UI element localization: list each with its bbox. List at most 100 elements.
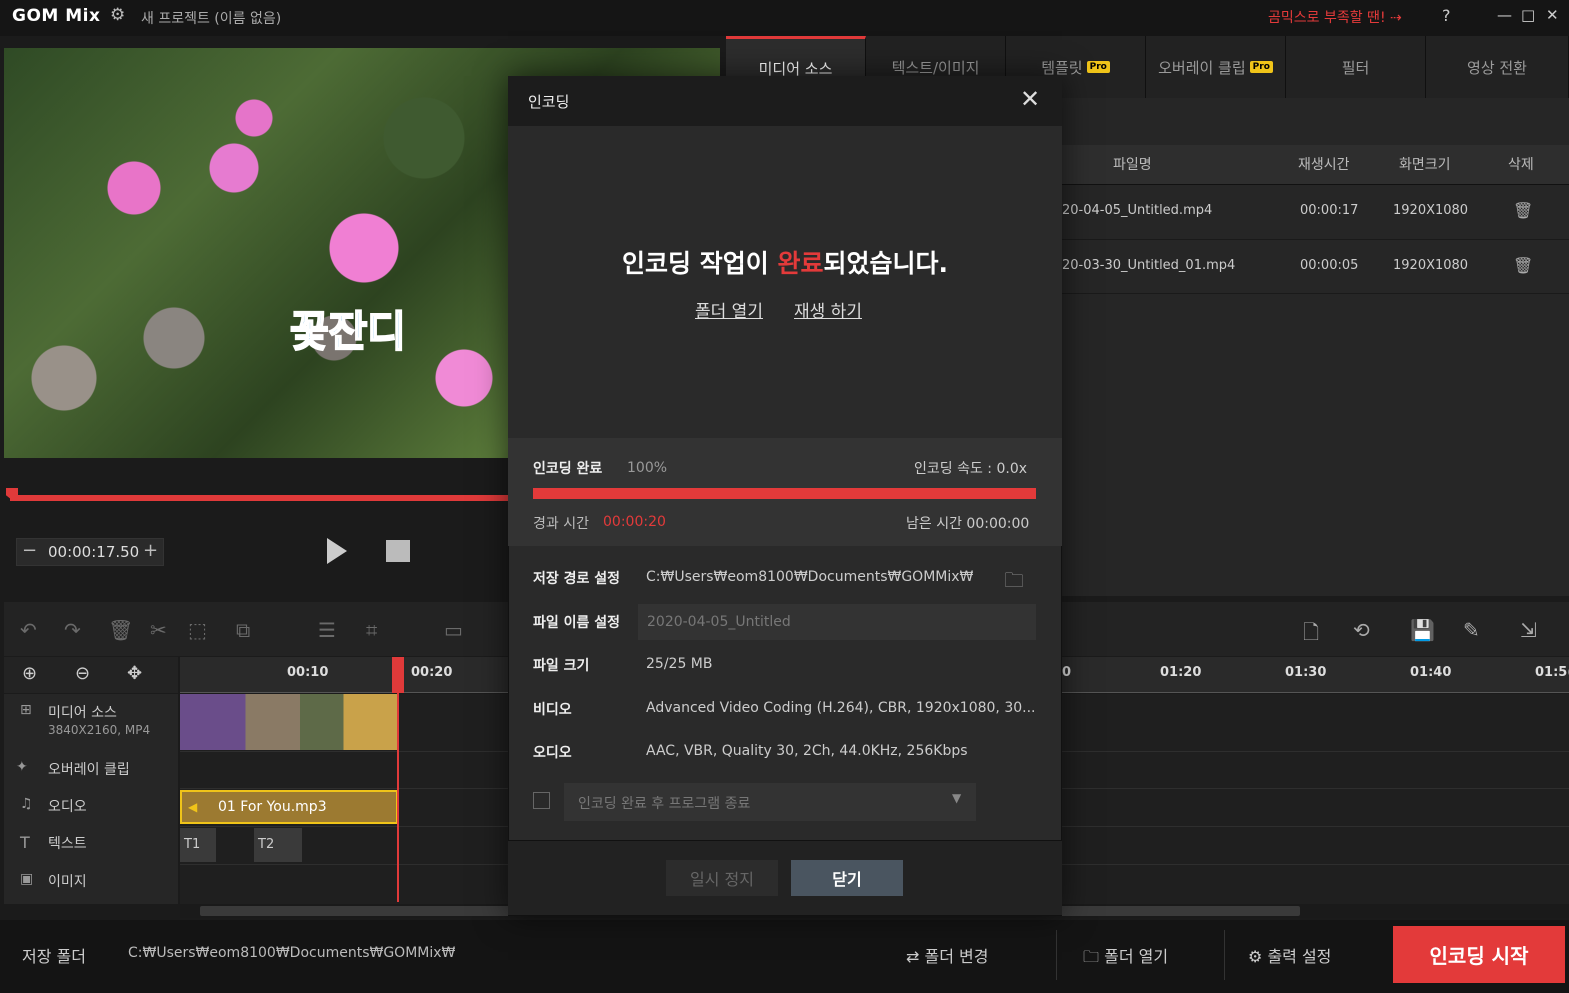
delete-icon[interactable]: 🗑: [108, 618, 133, 642]
ruler-tick: 00:10: [287, 665, 329, 680]
audio-value: AAC, VBR, Quality 30, 2Ch, 44.0KHz, 256K…: [646, 743, 968, 759]
adjust-icon[interactable]: ☰: [318, 618, 336, 642]
stop-icon[interactable]: [386, 540, 410, 562]
encoding-speed: 인코딩 속도 : 0.0x: [914, 461, 1028, 477]
image-icon[interactable]: ▭: [444, 618, 463, 642]
close-window-icon[interactable]: ✕: [1546, 6, 1559, 24]
play-link[interactable]: 재생 하기: [794, 297, 862, 322]
track-label-media: 미디어 소스: [48, 705, 117, 721]
text-clip[interactable]: T1: [180, 828, 216, 862]
col-filename[interactable]: 파일명: [1113, 154, 1152, 174]
remaining-time: 남은 시간 00:00:00: [906, 516, 1030, 532]
tab-overlay-clip[interactable]: 오버레이 클립 Pro: [1146, 36, 1286, 98]
save-path-label: 저장 경로 설정: [533, 571, 621, 587]
cut-icon[interactable]: ✂: [150, 618, 167, 642]
filename-input[interactable]: [638, 604, 1036, 640]
folder-swap-icon: ⇄: [906, 947, 920, 966]
folder-icon: 🗀: [1083, 947, 1100, 966]
music-note-icon: ♫: [20, 796, 33, 812]
col-resolution[interactable]: 화면크기: [1399, 154, 1451, 174]
help-icon[interactable]: ?: [1442, 6, 1451, 25]
filesize-value: 25/25 MB: [646, 656, 713, 672]
filename-label: 파일 이름 설정: [533, 615, 621, 631]
row-filename: 20-04-05_Untitled.mp4: [1062, 203, 1213, 218]
maximize-icon[interactable]: □: [1521, 6, 1535, 24]
time-plus-button[interactable]: +: [143, 540, 158, 561]
zoom-out-icon[interactable]: ⊖: [75, 663, 90, 684]
message-area: [508, 126, 1062, 438]
track-label-audio: 오디오: [48, 799, 87, 815]
col-delete: 삭제: [1508, 157, 1534, 173]
output-settings-button[interactable]: ⚙ 출력 설정: [1248, 943, 1331, 967]
redo-icon[interactable]: ↷: [64, 618, 81, 642]
open-folder-button[interactable]: 🗀 폴더 열기: [1083, 943, 1168, 973]
ruler-tick: 01:40: [1410, 665, 1452, 680]
track-media-info: 3840X2160, MP4: [48, 723, 151, 737]
ruler-tick: 01:20: [1160, 665, 1202, 680]
divider: [1224, 930, 1225, 980]
film-icon: ⊞: [20, 702, 32, 718]
row-resolution: 1920X1080: [1393, 203, 1469, 218]
undo-icon[interactable]: ↶: [20, 618, 37, 642]
track-label-overlay: 오버레이 클립: [48, 762, 130, 778]
save-folder-label: 저장 폴더: [22, 947, 86, 966]
col-duration[interactable]: 재생시간: [1298, 154, 1350, 174]
select-icon[interactable]: ⬚: [188, 618, 207, 642]
tab-transition[interactable]: 영상 전환: [1426, 36, 1569, 98]
save-path-value: C:₩Users₩eom8100₩Documents₩GOMMix₩: [646, 569, 974, 585]
crop-icon[interactable]: ⌗: [366, 618, 377, 642]
open-folder-link[interactable]: 폴더 열기: [695, 297, 763, 322]
tab-filter[interactable]: 필터: [1286, 36, 1426, 98]
row-duration: 00:00:05: [1300, 258, 1359, 273]
media-clip-thumbnails[interactable]: [180, 694, 398, 750]
text-clip[interactable]: T2: [254, 828, 302, 862]
after-encode-checkbox[interactable]: [533, 792, 550, 809]
elapsed-value: 00:00:20: [603, 514, 666, 530]
progress-fill: [533, 488, 1036, 499]
play-icon[interactable]: [327, 538, 347, 564]
time-minus-button[interactable]: −: [22, 540, 37, 561]
project-title: 새 프로젝트 (이름 없음): [141, 11, 282, 27]
ruler-tick: 01:5(: [1535, 665, 1569, 680]
new-project-icon[interactable]: 🗋: [1303, 618, 1319, 652]
ruler-tick: 00:20: [411, 665, 453, 680]
chevron-down-icon: ▼: [952, 791, 962, 805]
fit-icon[interactable]: ✥: [127, 663, 142, 684]
filesize-label: 파일 크기: [533, 658, 590, 674]
text-icon: T: [20, 833, 30, 852]
save-as-icon[interactable]: ✎: [1463, 618, 1480, 642]
pause-button[interactable]: 일시 정지: [666, 860, 778, 896]
trash-icon[interactable]: 🗑: [1513, 201, 1533, 220]
playhead[interactable]: [397, 657, 399, 902]
video-label: 비디오: [533, 702, 572, 718]
settings-gear-icon[interactable]: ⚙: [110, 5, 125, 25]
app-logo: GOM Mix: [12, 6, 101, 26]
dialog-header: [508, 76, 1062, 126]
save-icon[interactable]: 💾: [1410, 618, 1435, 642]
dialog-footer: [508, 840, 1062, 915]
promo-link[interactable]: 곰믹스로 부족할 땐! ⇢: [1268, 7, 1402, 27]
row-filename: 20-03-30_Untitled_01.mp4: [1062, 258, 1236, 273]
browse-folder-icon[interactable]: 🗀: [1004, 566, 1024, 600]
divider: [1056, 930, 1057, 980]
dialog-title: 인코딩: [528, 93, 570, 111]
open-project-icon[interactable]: ⟲: [1353, 618, 1370, 642]
after-encode-select[interactable]: 인코딩 완료 후 프로그램 종료: [564, 783, 976, 821]
close-button[interactable]: 닫기: [791, 860, 903, 896]
ruler-tick: 01:30: [1285, 665, 1327, 680]
completion-message: 인코딩 작업이 완료되었습니다.: [622, 249, 948, 278]
row-resolution: 1920X1080: [1393, 258, 1469, 273]
split-icon[interactable]: ⧉: [236, 618, 250, 642]
seek-bar[interactable]: [10, 495, 508, 501]
trash-icon[interactable]: 🗑: [1513, 256, 1533, 275]
audio-label: 오디오: [533, 745, 572, 761]
progress-percent: 100%: [627, 460, 668, 476]
time-value[interactable]: 00:00:17.50: [48, 543, 139, 561]
change-folder-button[interactable]: ⇄ 폴더 변경: [906, 943, 988, 967]
export-icon[interactable]: ⇲: [1520, 618, 1537, 642]
zoom-in-icon[interactable]: ⊕: [22, 663, 37, 684]
minimize-icon[interactable]: —: [1497, 6, 1512, 24]
encode-start-button[interactable]: 인코딩 시작: [1393, 926, 1565, 983]
preview-caption: 꽃잔디: [289, 306, 407, 357]
close-icon[interactable]: ✕: [1020, 85, 1040, 113]
